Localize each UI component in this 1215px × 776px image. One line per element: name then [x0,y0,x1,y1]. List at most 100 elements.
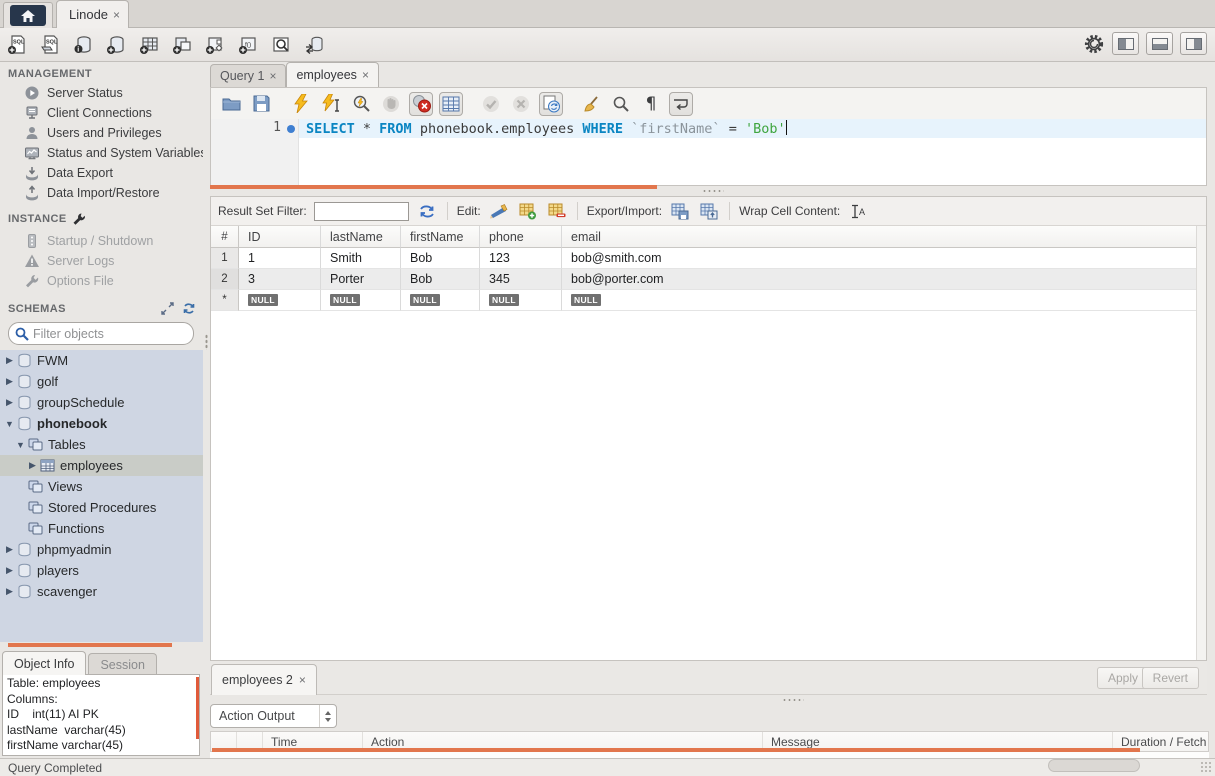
tree-item-schema[interactable]: ▶ FWM [0,350,203,371]
commit-button[interactable] [479,92,503,116]
find-button[interactable] [609,92,633,116]
close-icon[interactable]: × [299,673,306,687]
collapsed-arrow-icon[interactable]: ▶ [4,376,15,387]
open-file-button[interactable] [219,92,243,116]
connection-tab[interactable]: Linode × [56,0,129,28]
add-row-button[interactable] [517,201,539,221]
collapsed-arrow-icon[interactable]: ▶ [4,586,15,597]
table-row[interactable]: 1 1 Smith Bob 123 bob@smith.com [211,248,1196,269]
toggle-stop-on-error-button[interactable] [409,92,433,116]
selector-spinner[interactable] [319,705,336,727]
beautify-button[interactable] [579,92,603,116]
window-resize-grip[interactable] [1200,761,1213,774]
tree-item-schema[interactable]: ▶ players [0,560,203,581]
tree-item-schema[interactable]: ▶ groupSchedule [0,392,203,413]
refresh-results-button[interactable] [416,201,438,221]
delete-row-button[interactable] [546,201,568,221]
tab-employees[interactable]: employees × [286,62,378,87]
tree-item-tables-folder[interactable]: ▼ Tables [0,434,203,455]
sidebar-item-options-file[interactable]: Options File [0,271,203,291]
create-function-button[interactable]: f() [237,34,259,56]
collapsed-arrow-icon[interactable]: ▶ [4,565,15,576]
create-view-button[interactable] [171,34,193,56]
search-data-button[interactable] [270,34,292,56]
show-invisibles-button[interactable]: ¶ [639,92,663,116]
tree-item-schema[interactable]: ▶ golf [0,371,203,392]
horizontal-scrollbar-thumb[interactable] [1048,759,1140,772]
wrap-text-button[interactable] [669,92,693,116]
tree-item-schema[interactable]: ▶ phpmyadmin [0,539,203,560]
column-header-num[interactable]: # [211,226,239,248]
close-icon[interactable]: × [362,68,369,82]
collapsed-arrow-icon[interactable]: ▶ [27,460,38,471]
create-table-button[interactable] [138,34,160,56]
result-set-tab[interactable]: employees 2 × [211,664,317,695]
sidebar-item-client-connections[interactable]: Client Connections [0,103,203,123]
execute-current-button[interactable] [319,92,343,116]
tab-object-info[interactable]: Object Info [2,651,86,675]
open-sql-script-button[interactable]: SQL [39,34,61,56]
sidebar-item-server-logs[interactable]: Server Logs [0,251,203,271]
schema-filter-input[interactable] [33,327,187,341]
info-scrollbar[interactable] [196,677,199,739]
export-recordset-button[interactable] [669,201,691,221]
limit-rows-button[interactable] [439,92,463,116]
wrap-cell-content-button[interactable]: A [847,201,869,221]
import-recordset-button[interactable] [698,201,720,221]
tree-item-schema-phonebook[interactable]: ▼ phonebook [0,413,203,434]
editor-hscroll-indicator[interactable] [210,185,657,189]
schema-inspector-button[interactable]: i [72,34,94,56]
create-schema-button[interactable] [105,34,127,56]
tree-item-stored-procedures-folder[interactable]: Stored Procedures [0,497,203,518]
save-button[interactable] [249,92,273,116]
sidebar-splitter[interactable] [203,62,210,758]
sidebar-item-server-status[interactable]: Server Status [0,83,203,103]
column-header-id[interactable]: ID [239,226,321,248]
explain-button[interactable] [349,92,373,116]
sidebar-item-users-privileges[interactable]: Users and Privileges [0,123,203,143]
tab-session[interactable]: Session [88,653,156,675]
sidebar-item-status-system-variables[interactable]: Status and System Variables [0,143,203,163]
preferences-button[interactable] [1083,33,1105,55]
column-header-email[interactable]: email [562,226,1196,248]
home-tab[interactable] [3,2,53,28]
expand-panel-icon[interactable] [161,302,174,315]
toggle-right-panel-button[interactable] [1180,32,1207,55]
new-query-tab-button[interactable]: SQL [6,34,28,56]
column-header-lastname[interactable]: lastName [321,226,401,248]
collapsed-arrow-icon[interactable]: ▶ [4,355,15,366]
sidebar-item-startup-shutdown[interactable]: Startup / Shutdown [0,231,203,251]
sql-code-editor[interactable]: 1 SELECT * FROM phonebook.employees WHER… [211,119,1206,185]
editor-result-splitter[interactable] [702,189,724,193]
stop-button[interactable] [379,92,403,116]
edit-cell-button[interactable] [488,201,510,221]
tree-item-table-employees[interactable]: ▶ employees [0,455,203,476]
output-selector[interactable]: Action Output [210,704,337,728]
output-hscroll-indicator[interactable] [212,748,1140,752]
toggle-bottom-panel-button[interactable] [1146,32,1173,55]
sidebar-item-data-export[interactable]: Data Export [0,163,203,183]
tree-item-schema[interactable]: ▶ scavenger [0,581,203,602]
new-row-placeholder[interactable]: * NULL NULL NULL NULL NULL [211,290,1196,311]
column-header-firstname[interactable]: firstName [401,226,480,248]
sidebar-item-data-import[interactable]: Data Import/Restore [0,183,203,203]
result-output-splitter[interactable] [782,698,804,702]
refresh-schemas-icon[interactable] [182,302,196,315]
tab-query-1[interactable]: Query 1 × [210,64,286,87]
tree-item-views-folder[interactable]: Views [0,476,203,497]
tree-item-functions-folder[interactable]: Functions [0,518,203,539]
table-row[interactable]: 2 3 Porter Bob 345 bob@porter.com [211,269,1196,290]
close-icon[interactable]: × [113,8,120,22]
expanded-arrow-icon[interactable]: ▼ [15,440,26,450]
create-procedure-button[interactable] [204,34,226,56]
close-icon[interactable]: × [269,69,276,83]
toggle-autocommit-button[interactable] [539,92,563,116]
expanded-arrow-icon[interactable]: ▼ [4,419,15,429]
toggle-left-panel-button[interactable] [1112,32,1139,55]
collapsed-arrow-icon[interactable]: ▶ [4,397,15,408]
column-header-phone[interactable]: phone [480,226,562,248]
collapsed-arrow-icon[interactable]: ▶ [4,544,15,555]
revert-button[interactable]: Revert [1142,667,1199,689]
data-transfer-button[interactable] [303,34,325,56]
grid-vertical-scrollbar[interactable] [1196,226,1206,660]
